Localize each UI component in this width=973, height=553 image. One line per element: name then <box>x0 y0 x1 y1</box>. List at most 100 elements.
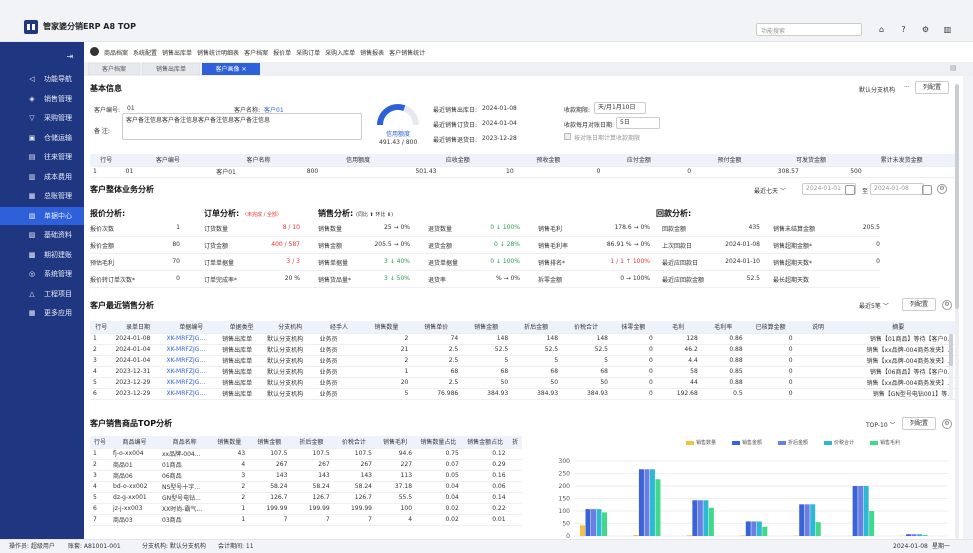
nav-link-4[interactable]: 销售统计明细表 <box>197 50 239 57</box>
column-header[interactable]: 价税合计 <box>332 436 375 449</box>
column-header[interactable]: 分支机构 <box>264 321 317 334</box>
column-header[interactable]: 经手人 <box>316 321 362 334</box>
nav-link-10[interactable]: 客户销售统计 <box>389 50 425 57</box>
column-header[interactable]: 销售数量 <box>361 321 412 334</box>
bar-折后金额-3[interactable] <box>697 500 703 536</box>
home-icon[interactable]: ⌂ <box>874 22 889 37</box>
bill-number-link[interactable]: XK-MRFZJG... <box>163 333 220 345</box>
monthly-date-field[interactable]: 5日 <box>616 117 660 129</box>
column-header[interactable]: 预付金额 <box>684 154 775 167</box>
table-row[interactable]: 6 2023-12-29 XK-MRFZJG... 销售出库单 默认分支机构 业务员 5 76… <box>90 388 956 400</box>
bar-销售金额-5[interactable] <box>799 504 805 536</box>
bar-销售金额-2[interactable] <box>638 469 644 536</box>
scrollbar-thumb[interactable] <box>949 334 953 366</box>
bar-销售金额-7[interactable] <box>906 534 912 536</box>
gear-icon[interactable]: ⚙ <box>942 419 952 429</box>
bar-销售毛利-7[interactable] <box>922 535 928 536</box>
menu-icon[interactable]: ▥ <box>940 22 955 37</box>
sidebar-item-10[interactable]: ▩ 期初建账 <box>0 246 84 264</box>
content-scrollbar[interactable] <box>955 84 959 539</box>
bar-销售数量-3[interactable] <box>686 535 692 536</box>
table-row[interactable]: 6 jz-j-xx003 XX时尚-霸气... 1 199.99 199.99 199.99… <box>90 503 522 515</box>
bar-价税合计-6[interactable] <box>863 486 869 536</box>
column-header[interactable]: 应付金额 <box>593 154 685 167</box>
bar-销售数量-1[interactable] <box>580 525 585 536</box>
recent-table-scrollbar[interactable] <box>949 334 953 400</box>
bar-价税合计-5[interactable] <box>810 504 816 536</box>
column-header[interactable]: 行号 <box>90 154 123 167</box>
sidebar-item-4[interactable]: ▣ 仓储运输 <box>0 129 84 147</box>
remark-field[interactable]: 客户备注信息客户备注信息客户备注信息客户备注信息 <box>122 113 362 140</box>
bar-销售毛利-2[interactable] <box>655 479 661 536</box>
table-row[interactable]: 1 2024-01-08 XK-MRFZJG... 销售出库单 默认分支机构 业务员 2 74… <box>90 333 956 345</box>
close-icon[interactable]: ✕ <box>241 66 246 73</box>
bar-价税合计-4[interactable] <box>756 521 762 536</box>
nav-link-7[interactable]: 采购订单 <box>296 50 320 57</box>
bill-number-link[interactable]: XK-MRFZJG... <box>163 344 220 356</box>
column-header[interactable]: 单据编号 <box>163 321 220 334</box>
nav-link-1[interactable]: 商品档案 <box>104 50 128 57</box>
tab-sales-outbound[interactable]: 销售出库单 <box>142 63 200 75</box>
column-header[interactable]: 单据类型 <box>219 321 265 334</box>
column-header[interactable]: 摘要 <box>840 321 956 334</box>
period-checkbox[interactable] <box>564 133 571 140</box>
bar-销售毛利-6[interactable] <box>869 511 875 536</box>
function-search-input[interactable]: 功能搜索 <box>756 23 862 36</box>
nav-link-2[interactable]: 系统配置 <box>133 50 157 57</box>
calendar-icon[interactable] <box>845 185 855 195</box>
bill-number-link[interactable]: XK-MRFZJG... <box>163 355 220 367</box>
sidebar-item-8[interactable]: ▧ 单据中心 <box>0 206 84 225</box>
column-header[interactable]: 价税合计 <box>561 321 611 334</box>
column-header[interactable]: 抹零金额 <box>610 321 656 334</box>
calendar-icon[interactable] <box>922 185 932 195</box>
sidebar-item-2[interactable]: ◈ 销售管理 <box>0 90 84 108</box>
table-row[interactable]: 3 商品06 06商品 3 143 143 143 113 0.05 0.16 <box>90 470 522 482</box>
nav-link-9[interactable]: 销售报表 <box>360 50 384 57</box>
sidebar-item-1[interactable]: ◁ 功能导航 <box>0 70 84 88</box>
nav-link-8[interactable]: 采购入库单 <box>325 50 355 57</box>
column-header[interactable]: 折 <box>508 436 522 449</box>
column-header[interactable]: 销售单价 <box>411 321 462 334</box>
settings-icon[interactable]: ⚙ <box>918 22 933 37</box>
bar-销售金额-6[interactable] <box>852 486 858 536</box>
column-header[interactable]: 录单日期 <box>112 321 164 334</box>
bar-销售金额-1[interactable] <box>585 509 591 536</box>
table-row[interactable]: 2 商品01 01商品 4 267 267 267 227 0.07 0.29 <box>90 459 522 471</box>
column-header[interactable]: 客户名称 <box>213 154 304 167</box>
help-icon[interactable]: ? <box>896 22 911 37</box>
sidebar-item-7[interactable]: ▦ 总账管理 <box>0 187 84 205</box>
table-row[interactable]: 5 dz-g-xx001 GN型号电钻... 2 126.7 126.7 126.7 55.5… <box>90 492 522 504</box>
column-header[interactable]: 商品名称 <box>159 436 211 449</box>
gear-icon[interactable]: ⚙ <box>937 184 947 194</box>
table-row[interactable]: 4 bd-o-xx002 NS型号十字... 2 58.24 58.24 58.24 37.1… <box>90 481 522 493</box>
column-header[interactable]: 累计未发货金额 <box>847 154 956 167</box>
bar-折后金额-4[interactable] <box>751 521 757 536</box>
column-header[interactable]: 毛利率 <box>700 321 746 334</box>
nav-link-5[interactable]: 客户档案 <box>244 50 268 57</box>
tab-menu-icon[interactable]: ▤ <box>950 64 957 72</box>
column-header[interactable]: 客户编号 <box>122 154 214 167</box>
column-header[interactable]: 销售数量 <box>210 436 249 449</box>
bar-销售毛利-4[interactable] <box>762 526 768 536</box>
column-header[interactable]: 说明 <box>795 321 841 334</box>
tab-customer-portrait[interactable]: 客户画像 ✕ <box>202 63 260 75</box>
bar-折后金额-1[interactable] <box>591 509 596 536</box>
bill-number-link[interactable]: XK-MRFZJG... <box>163 377 220 389</box>
bar-折后金额-7[interactable] <box>911 534 917 536</box>
table-row[interactable]: 2 2024-01-04 XK-MRFZJG... 销售出库单 默认分支机构 业务员 21 2… <box>90 344 956 356</box>
column-header[interactable]: 销售金额 <box>248 436 291 449</box>
sidebar-item-5[interactable]: ▤ 往来管理 <box>0 148 84 166</box>
column-header[interactable]: 销售金额占比 <box>461 436 509 449</box>
bar-折后金额-6[interactable] <box>858 486 864 536</box>
scrollbar-thumb[interactable] <box>955 84 959 309</box>
bar-销售数量-4[interactable] <box>740 535 746 537</box>
bill-number-link[interactable]: XK-MRFZJG... <box>163 388 220 400</box>
sidebar-item-9[interactable]: ▨ 基础资料 <box>0 226 84 244</box>
bar-价税合计-1[interactable] <box>596 509 602 536</box>
column-config-button[interactable]: 列配置 <box>915 81 949 94</box>
date-to-field[interactable]: 2024-01-08 <box>870 183 924 195</box>
bar-销售数量-5[interactable] <box>793 535 799 537</box>
bar-价税合计-2[interactable] <box>649 469 655 536</box>
nav-settings-icon[interactable] <box>90 47 99 56</box>
recent-column-config-button[interactable]: 列配置 <box>902 298 936 311</box>
